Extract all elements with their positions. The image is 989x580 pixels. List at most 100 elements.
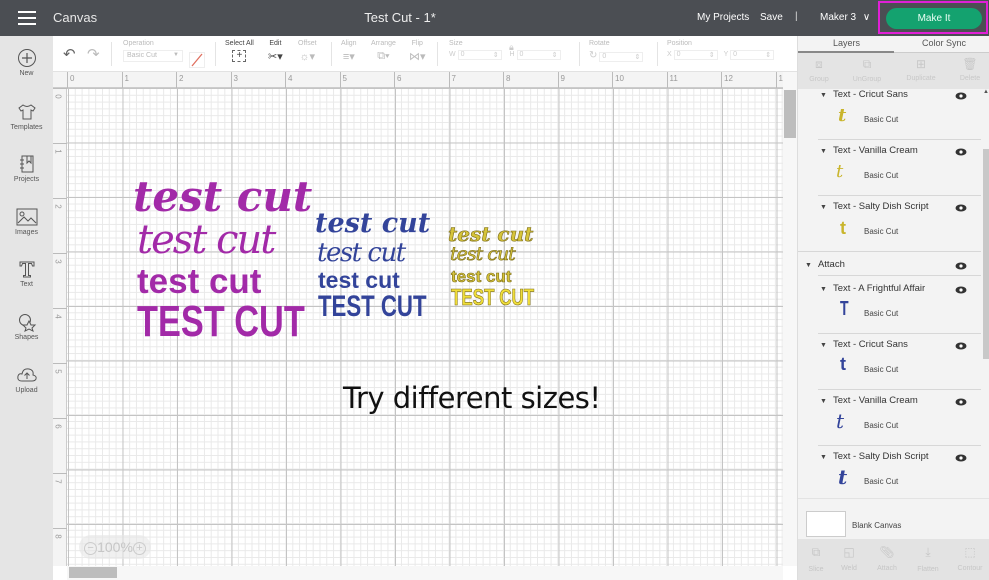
linetype-color-swatch[interactable] [189,52,205,68]
layer-header[interactable]: ▼ Text - A Frightful Affair [820,283,925,294]
slice-button[interactable]: ⧉ Slice [798,545,834,573]
zoom-in-button[interactable]: + [132,541,146,555]
scroll-up-icon[interactable]: ▲ [983,89,989,95]
group-button[interactable]: ⧈ Group [799,57,839,83]
eye-icon[interactable] [955,92,967,100]
undo-icon[interactable]: ↶ [63,45,76,63]
eye-icon[interactable] [955,398,967,406]
scrollbar-thumb[interactable] [69,567,117,578]
lock-ratio-icon[interactable]: 🔒︎ [509,42,514,53]
width-input[interactable]: 0 ⇕ [457,50,502,60]
canvas-text-yellow-4[interactable]: TEST CUT [451,285,535,309]
contour-icon: ⬚ [964,545,976,559]
make-it-button[interactable]: Make It [886,8,982,29]
layer-operation: Basic Cut [864,365,899,374]
delete-button[interactable]: 🗑︎ Delete [950,57,989,82]
layer-operation: Basic Cut [864,421,899,430]
eye-icon[interactable] [955,262,967,270]
divider [818,275,981,276]
contour-button[interactable]: ⬚ Contour [952,545,988,572]
canvas-text-yellow-2[interactable]: test cut [450,244,516,264]
eye-icon[interactable] [955,342,967,350]
layer-header[interactable]: ▼ Text - Vanilla Cream [820,395,918,406]
ruler-tick-label: 7 [451,74,456,83]
redo-icon[interactable]: ↷ [87,45,100,63]
eye-icon[interactable] [955,454,967,462]
zoom-out-button[interactable]: − [84,541,98,555]
plus-circle-icon [17,49,36,67]
x-input[interactable]: 0 ⇕ [673,50,718,60]
eye-icon[interactable] [955,148,967,156]
canvas-horizontal-scrollbar[interactable] [67,566,783,580]
caret-down-icon: ▼ [820,92,827,99]
document-title[interactable]: Test Cut - 1* [364,10,436,25]
group-header[interactable]: ▼ Attach [805,259,845,270]
design-canvas[interactable]: test cut test cut test cut TEST CUT test… [67,88,783,566]
slash-color-icon [191,53,203,67]
canvas-text-yellow-1[interactable]: test cut [448,224,534,245]
tab-layers[interactable]: Layers [833,38,860,48]
rotate-input[interactable]: 0 ⇕ [599,52,644,62]
width-value: 0 [460,51,465,58]
canvas-text-blue-1[interactable]: test cut [315,210,430,237]
ruler-tick-label: 0 [70,74,75,83]
canvas-text-purple-1[interactable]: test cut [133,176,312,218]
scrollbar-thumb[interactable] [983,149,989,359]
canvas-text-blue-3[interactable]: test cut [318,269,400,292]
weld-button[interactable]: ◱ Weld [831,545,867,572]
layer-header[interactable]: ▼ Text - Salty Dish Script [820,201,929,212]
canvas-text-purple-3[interactable]: test cut [137,264,261,299]
nav-text[interactable]: Text [0,259,53,288]
layer-header[interactable]: ▼ Text - Vanilla Cream [820,145,918,156]
nav-shapes[interactable]: Shapes [0,312,53,341]
flip-button[interactable]: Flip ⋈▾ [409,40,426,63]
blank-canvas-swatch[interactable] [806,511,846,537]
attach-button[interactable]: 📎︎ Attach [869,545,905,572]
canvas-text-yellow-3[interactable]: test cut [451,268,512,286]
canvas-text-blue-4[interactable]: TEST CUT [318,292,427,322]
ruler-tick-label: 3 [233,74,238,83]
select-all-button[interactable]: Select All + [225,40,254,62]
layer-header[interactable]: ▼ Text - Salty Dish Script [820,451,929,462]
duplicate-button[interactable]: ⊞ Duplicate [901,57,941,82]
offset-button[interactable]: Offset ☼▾ [298,40,317,63]
align-button[interactable]: Align ≡▾ [341,40,357,63]
layer-tools: ⧈ Group ⧉ UnGroup ⊞ Duplicate 🗑︎ Delete [798,53,989,89]
ungroup-button[interactable]: ⧉ UnGroup [847,57,887,83]
height-input[interactable]: 0 ⇕ [516,50,561,60]
nav-images[interactable]: Images [0,207,53,236]
arrange-button[interactable]: Arrange ⧉▾ [371,40,396,63]
offset-label: Offset [298,40,317,47]
divider [579,42,580,66]
canvas-vertical-scrollbar[interactable] [783,72,797,566]
stepper-icon: ⇕ [765,52,772,59]
my-projects-link[interactable]: My Projects [697,12,749,23]
nav-new[interactable]: New [0,48,53,77]
ruler-major-tick [53,198,67,199]
layers-scrollbar[interactable]: ▲ ▼ [981,89,989,525]
caret-down-icon: ▼ [820,148,827,155]
nav-templates[interactable]: Templates [0,102,53,131]
machine-selector[interactable]: Maker 3 ∨ [820,12,870,23]
nav-projects[interactable]: Projects [0,154,53,183]
chevron-down-icon: ∨ [862,12,871,23]
canvas-text-blue-2[interactable]: test cut [317,240,406,266]
operation-select[interactable]: Basic Cut ▼ [123,50,183,62]
flatten-button[interactable]: ⤓ Flatten [910,545,946,573]
layer-name: Text - A Frightful Affair [832,283,926,294]
layer-header[interactable]: ▼ Text - Cricut Sans [820,339,908,350]
canvas-text-purple-4[interactable]: TEST CUT [137,300,305,344]
tab-color-sync[interactable]: Color Sync [922,38,966,48]
save-link[interactable]: Save [760,12,783,23]
nav-upload[interactable]: Upload [0,365,53,394]
eye-icon[interactable] [955,286,967,294]
hamburger-menu-icon[interactable] [18,11,36,25]
y-input[interactable]: 0 ⇕ [730,50,775,60]
eye-icon[interactable] [955,204,967,212]
canvas-text-purple-2[interactable]: test cut [137,220,276,260]
layer-header[interactable]: ▼ Text - Cricut Sans [820,89,908,100]
scrollbar-thumb[interactable] [784,90,796,138]
edit-button[interactable]: Edit ✂▾ [268,40,283,63]
canvas-caption-text[interactable]: Try different sizes! [343,381,601,415]
ruler-tick-label: 11 [669,74,678,83]
